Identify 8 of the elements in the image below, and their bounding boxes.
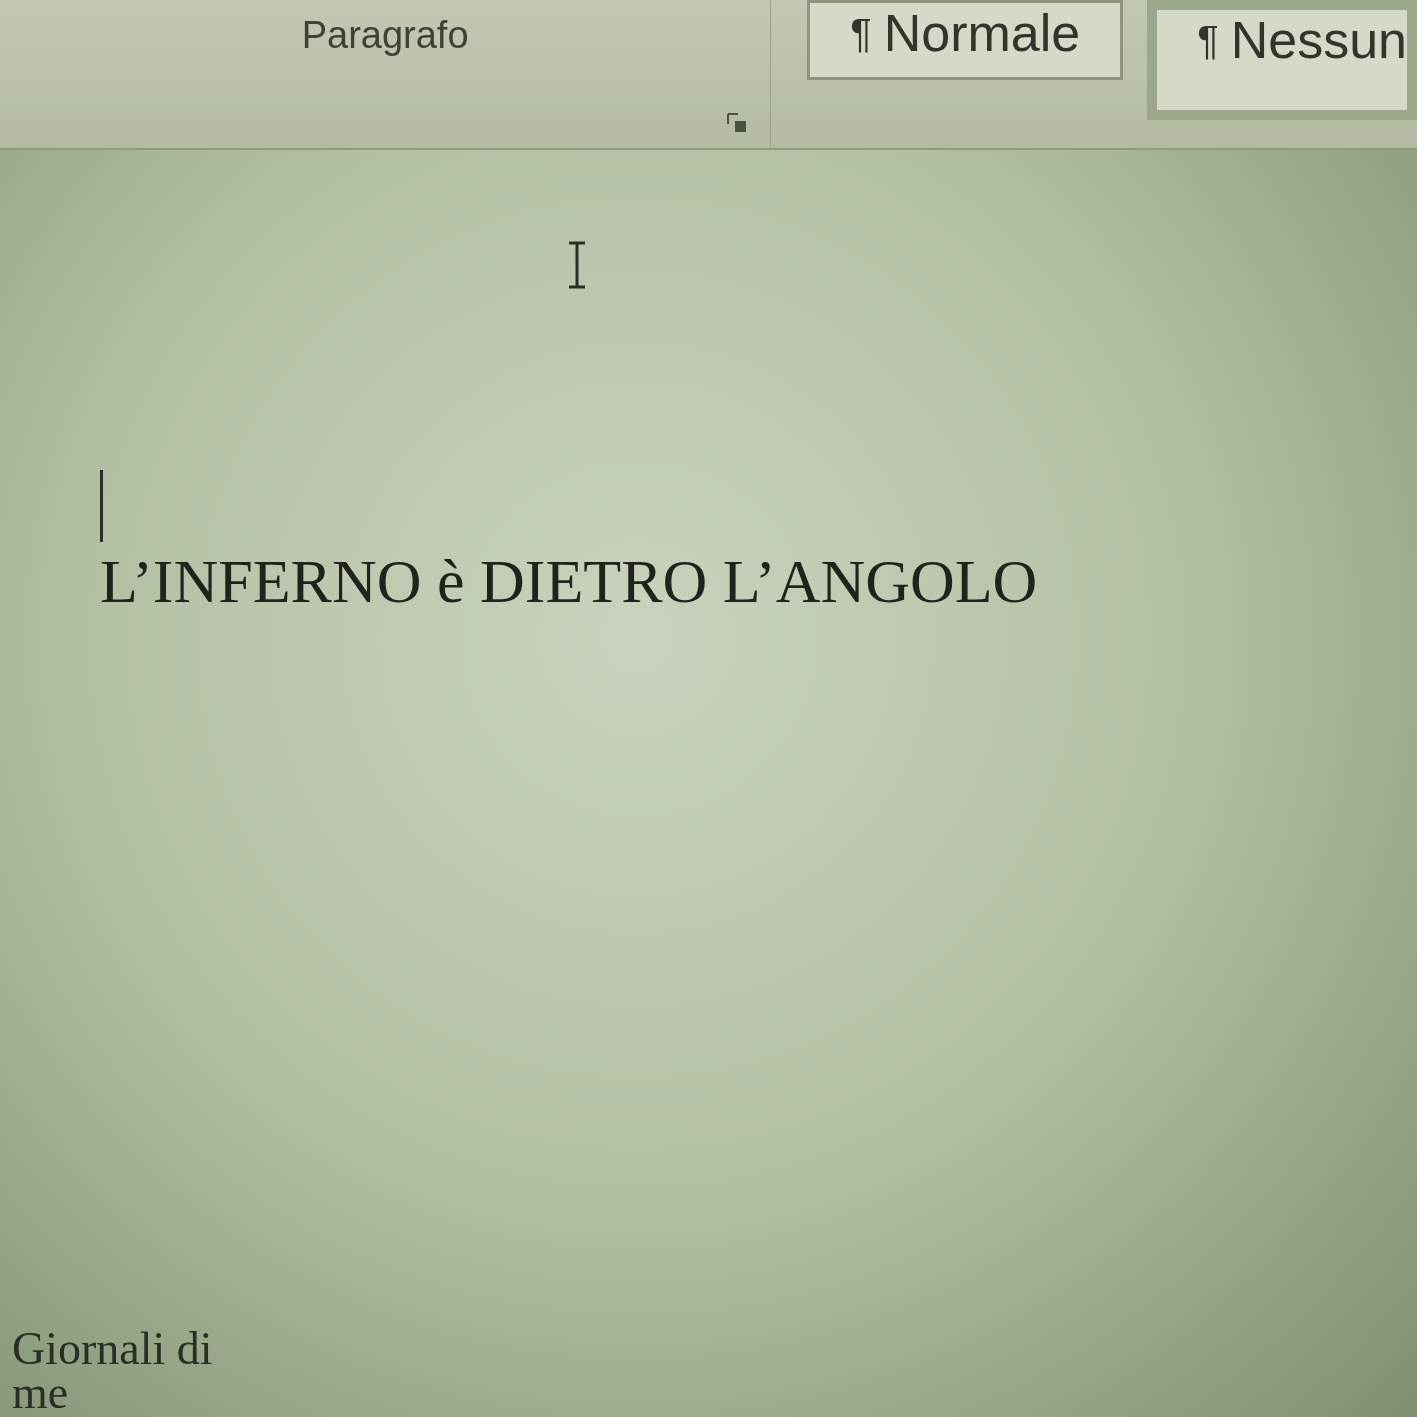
- style-gallery-item[interactable]: ¶ Normale: [807, 0, 1124, 80]
- style-gallery-item[interactable]: ¶ Nessun: [1147, 0, 1417, 120]
- dialog-launcher-icon[interactable]: [726, 112, 749, 134]
- body-text-line: me: [12, 1371, 70, 1415]
- group-label: Paragrafo: [301, 14, 469, 57]
- text-caret: [100, 470, 103, 542]
- document-title: L’INFERNO è DIETRO L’ANGOLO: [100, 546, 1038, 617]
- body-text-line: Giornali di: [12, 1327, 214, 1371]
